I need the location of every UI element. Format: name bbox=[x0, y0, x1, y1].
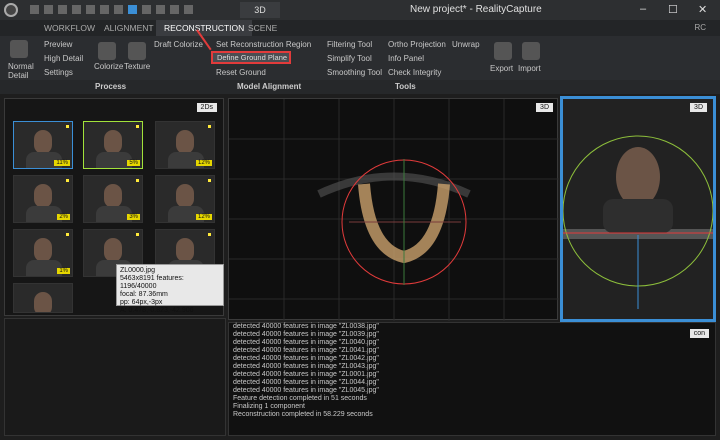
thumb-tag: 12% bbox=[195, 214, 212, 220]
filtering-tool-button[interactable]: Filtering Tool bbox=[327, 40, 372, 49]
simplify-tool-button[interactable]: Simplify Tool bbox=[327, 54, 372, 63]
image-tooltip: ZL0000.jpg 5463x8191 features: 1196/4000… bbox=[116, 264, 224, 314]
settings-button[interactable]: Settings bbox=[44, 68, 73, 77]
layout4-icon[interactable] bbox=[142, 5, 151, 14]
export-button[interactable]: Export bbox=[490, 64, 513, 73]
unwrap-button[interactable]: Unwrap bbox=[452, 40, 480, 49]
section-tools: Tools bbox=[395, 82, 416, 91]
thumb-tag: 5% bbox=[127, 160, 140, 166]
dropdown-icon[interactable] bbox=[184, 5, 193, 14]
title-bar: 3D New project* - RealityCapture – ☐ ✕ bbox=[0, 0, 720, 20]
thumbnail[interactable]: 1% bbox=[13, 229, 73, 277]
thumb-tag: 1% bbox=[57, 268, 70, 274]
redo-icon[interactable] bbox=[170, 5, 179, 14]
define-ground-plane-button[interactable]: Define Ground Plane bbox=[211, 51, 291, 64]
console-line: Finalizing 1 component bbox=[233, 403, 305, 410]
thumb-tag: 11% bbox=[54, 160, 70, 166]
view-mode-3d[interactable]: 3D bbox=[240, 2, 280, 18]
thumb-tag: 12% bbox=[195, 160, 212, 166]
close-icon[interactable]: ✕ bbox=[698, 3, 707, 16]
info-panel-button[interactable]: Info Panel bbox=[388, 54, 424, 63]
tooltip-file: ZL0000.jpg bbox=[120, 267, 156, 274]
console-line: detected 40000 features in image "ZL0038… bbox=[233, 323, 379, 330]
import-icon[interactable] bbox=[522, 42, 540, 60]
thumbnail[interactable]: 11% bbox=[13, 121, 73, 169]
ribbon-section-bar: Process Model Alignment Tools bbox=[0, 80, 720, 94]
app-logo bbox=[4, 3, 18, 17]
high-detail-button[interactable]: High Detail bbox=[44, 54, 83, 63]
undo-icon[interactable] bbox=[156, 5, 165, 14]
section-process: Process bbox=[95, 82, 127, 91]
normal-detail-icon[interactable] bbox=[10, 40, 28, 58]
thumbnail[interactable]: 2% bbox=[13, 175, 73, 223]
layout3-icon[interactable] bbox=[114, 5, 123, 14]
section-model-alignment: Model Alignment bbox=[237, 82, 302, 91]
console-line: Feature detection completed in 51 second… bbox=[233, 395, 367, 402]
point-cloud-view[interactable] bbox=[229, 99, 559, 321]
console-pane: con detected 40000 features in image "ZL… bbox=[228, 322, 716, 436]
empty-pane bbox=[4, 318, 226, 436]
pane-badge[interactable]: 2Ds bbox=[196, 103, 217, 112]
texture-icon[interactable] bbox=[128, 42, 146, 60]
console-line: detected 40000 features in image "ZL0041… bbox=[233, 347, 379, 354]
tooltip-a: A: 0.478,-0.823,-42.906 bbox=[120, 307, 194, 314]
save-icon[interactable] bbox=[58, 5, 67, 14]
console-line: detected 40000 features in image "ZL0040… bbox=[233, 339, 379, 346]
tab-workflow[interactable]: WORKFLOW bbox=[36, 20, 103, 36]
thumbnail[interactable]: 5% bbox=[83, 121, 143, 169]
normal-detail-button[interactable]: Normal Detail bbox=[8, 62, 38, 80]
layout-icon[interactable] bbox=[86, 5, 95, 14]
import-button[interactable]: Import bbox=[518, 64, 541, 73]
head-model-view[interactable] bbox=[563, 99, 713, 319]
user-initials[interactable]: RC bbox=[694, 23, 706, 32]
smoothing-tool-button[interactable]: Smoothing Tool bbox=[327, 68, 382, 77]
export-icon[interactable] bbox=[494, 42, 512, 60]
tooltip-resolution: 5463x8191 bbox=[120, 275, 155, 282]
check-integrity-button[interactable]: Check Integrity bbox=[388, 68, 441, 77]
3d-view-main[interactable]: 3D bbox=[228, 98, 559, 321]
layout2-icon[interactable] bbox=[100, 5, 109, 14]
preview-button[interactable]: Preview bbox=[44, 40, 72, 49]
tooltip-focal: focal: 87.36mm bbox=[120, 291, 168, 298]
draft-colorize-button[interactable]: Draft Colorize bbox=[154, 40, 203, 49]
colorize-icon[interactable] bbox=[98, 42, 116, 60]
new-icon[interactable] bbox=[30, 5, 39, 14]
colorize-button[interactable]: Colorize bbox=[94, 62, 123, 71]
console-line: detected 40000 features in image "ZL0043… bbox=[233, 363, 379, 370]
console-line: detected 40000 features in image "ZL0039… bbox=[233, 331, 379, 338]
console-line: detected 40000 features in image "ZL0001… bbox=[233, 371, 379, 378]
3d-view-secondary[interactable]: 3D bbox=[560, 96, 716, 322]
thumbnail[interactable]: 3% bbox=[83, 175, 143, 223]
tab-reconstruction[interactable]: RECONSTRUCTION bbox=[156, 20, 253, 36]
maximize-icon[interactable]: ☐ bbox=[668, 3, 678, 16]
thumb-tag: 2% bbox=[57, 214, 70, 220]
ortho-projection-button[interactable]: Ortho Projection bbox=[388, 40, 446, 49]
set-reconstruction-region-button[interactable]: Set Reconstruction Region bbox=[216, 40, 311, 49]
console-line: Reconstruction completed in 58.229 secon… bbox=[233, 411, 373, 418]
reset-ground-button[interactable]: Reset Ground bbox=[216, 68, 266, 77]
thumb-tag: 3% bbox=[127, 214, 140, 220]
console-line: detected 40000 features in image "ZL0042… bbox=[233, 355, 379, 362]
console-badge[interactable]: con bbox=[689, 329, 709, 338]
thumbnail[interactable] bbox=[13, 283, 73, 313]
console-line: detected 40000 features in image "ZL0044… bbox=[233, 379, 379, 386]
window-title: New project* - RealityCapture bbox=[410, 4, 542, 15]
grid-icon[interactable] bbox=[72, 5, 81, 14]
open-icon[interactable] bbox=[44, 5, 53, 14]
tab-alignment[interactable]: ALIGNMENT bbox=[96, 20, 162, 36]
ribbon-tabs: WORKFLOW ALIGNMENT RECONSTRUCTION SCENE … bbox=[0, 20, 720, 36]
tooltip-pp: pp: 64px,-3px bbox=[120, 299, 163, 306]
console-line: detected 40000 features in image "ZL0045… bbox=[233, 387, 379, 394]
minimize-icon[interactable]: – bbox=[640, 3, 646, 15]
texture-button[interactable]: Texture bbox=[124, 62, 150, 71]
layout-active-icon[interactable] bbox=[128, 5, 137, 14]
thumbnail[interactable]: 12% bbox=[155, 175, 215, 223]
tab-scene[interactable]: SCENE bbox=[240, 20, 285, 36]
thumbnail[interactable]: 12% bbox=[155, 121, 215, 169]
